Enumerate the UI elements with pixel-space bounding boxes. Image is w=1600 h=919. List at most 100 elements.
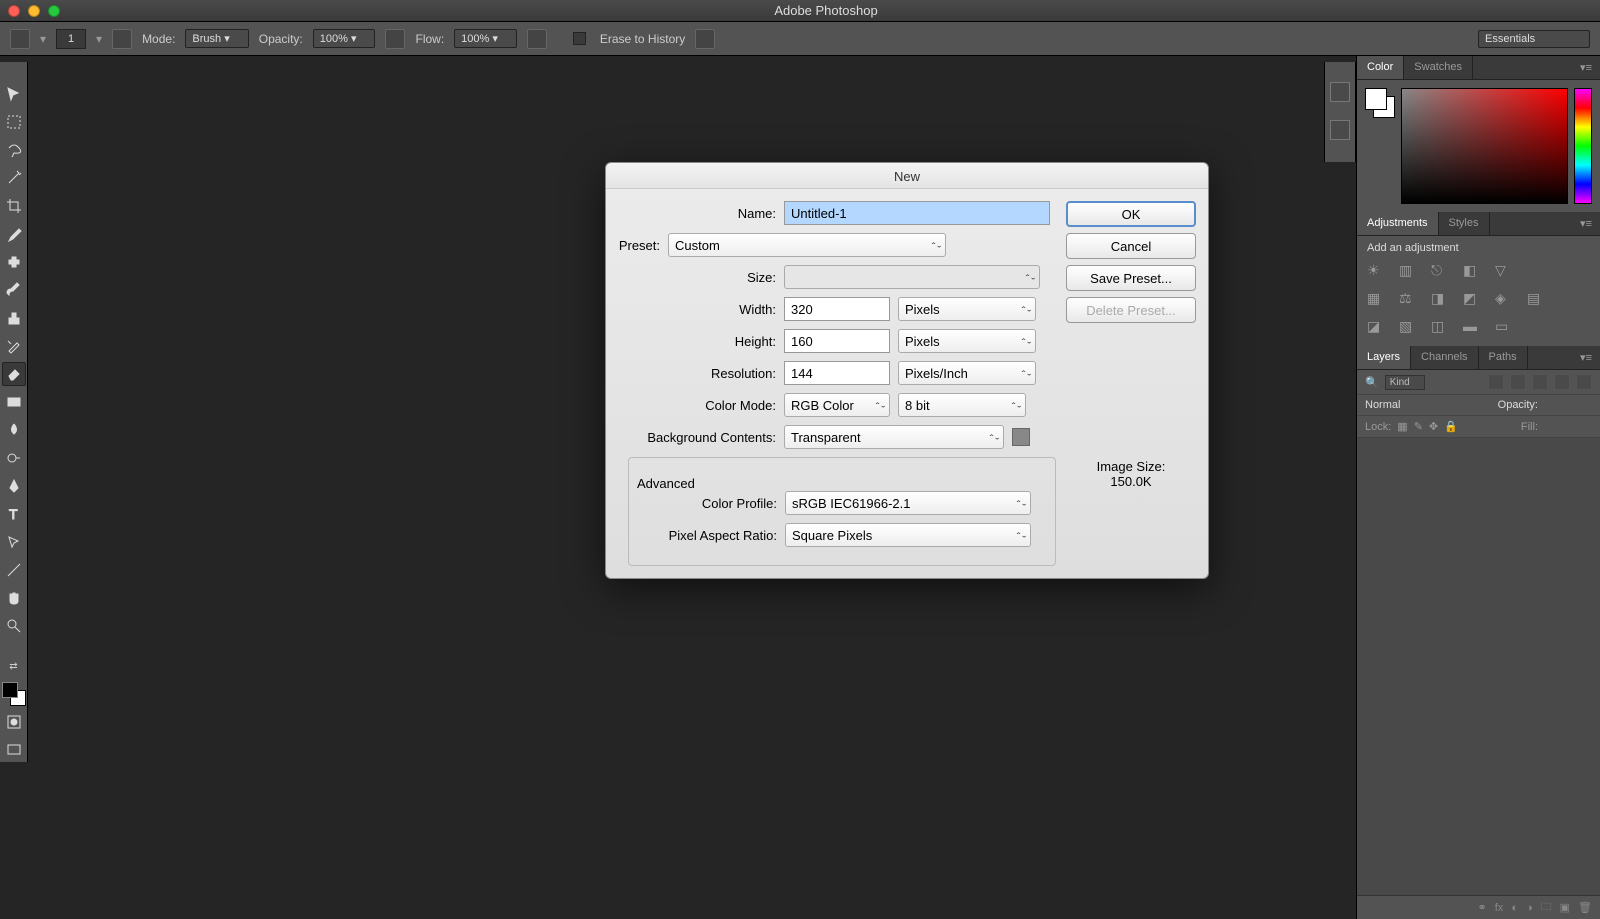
layers-filter-select[interactable]: Kind [1385,375,1425,390]
hand-tool-icon[interactable] [2,586,26,610]
lasso-tool-icon[interactable] [2,138,26,162]
workspace-select[interactable]: Essentials [1478,30,1590,48]
line-tool-icon[interactable] [2,558,26,582]
filter-pixels-icon[interactable] [1488,374,1504,390]
color-field[interactable] [1401,88,1568,204]
gradient-tool-icon[interactable] [2,390,26,414]
properties-panel-icon[interactable] [1330,120,1350,140]
tab-color[interactable]: Color [1357,56,1404,79]
blur-tool-icon[interactable] [2,418,26,442]
height-unit-select[interactable]: Pixels [898,329,1036,353]
mode-select[interactable]: Brush ▾ [185,29,248,48]
resolution-field[interactable] [784,361,890,385]
tab-adjustments[interactable]: Adjustments [1357,212,1439,235]
pressure-opacity-icon[interactable] [385,29,405,49]
stamp-tool-icon[interactable] [2,306,26,330]
marquee-tool-icon[interactable] [2,110,26,134]
gradient-map-icon[interactable]: ▬ [1463,318,1481,336]
type-tool-icon[interactable]: T [2,502,26,526]
save-preset-button[interactable]: Save Preset... [1066,265,1196,291]
brightness-icon[interactable]: ☀ [1367,262,1385,280]
color-profile-select[interactable]: sRGB IEC61966-2.1 [785,491,1031,515]
height-field[interactable] [784,329,890,353]
layers-panel-menu-icon[interactable]: ▾≡ [1572,346,1600,369]
flow-select[interactable]: 100% ▾ [454,29,517,48]
fill-adjustment-icon[interactable]: ◑ [1526,902,1533,914]
bg-color-swatch[interactable] [1012,428,1030,446]
bg-contents-select[interactable]: Transparent [784,425,1004,449]
mask-icon[interactable]: ◐ [1511,902,1518,914]
minimize-icon[interactable] [28,5,40,17]
history-brush-tool-icon[interactable] [2,334,26,358]
pressure-size-icon[interactable] [695,29,715,49]
opacity-select[interactable]: 100% ▾ [313,29,376,48]
screenmode-icon[interactable] [2,738,26,762]
maximize-icon[interactable] [48,5,60,17]
tab-swatches[interactable]: Swatches [1404,56,1473,79]
cancel-button[interactable]: Cancel [1066,233,1196,259]
tab-paths[interactable]: Paths [1479,346,1528,369]
eraser-tool-preset-icon[interactable] [10,29,30,49]
wand-tool-icon[interactable] [2,166,26,190]
exposure-icon[interactable]: ◧ [1463,262,1481,280]
healing-tool-icon[interactable] [2,250,26,274]
erase-history-checkbox[interactable] [573,32,586,45]
crop-tool-icon[interactable] [2,194,26,218]
brush-tool-icon[interactable] [2,278,26,302]
brush-size-field[interactable]: 1 [56,29,86,49]
brush-panel-icon[interactable] [112,29,132,49]
filter-type-icon[interactable] [1532,374,1548,390]
name-field[interactable] [784,201,1050,225]
color-mode-select[interactable]: RGB Color [784,393,890,417]
quickmask-icon[interactable] [2,710,26,734]
levels-icon[interactable]: ▥ [1399,262,1417,280]
fx-icon[interactable]: fx [1495,902,1504,914]
tab-styles[interactable]: Styles [1439,212,1490,235]
foreground-background-colors[interactable] [2,682,26,706]
zoom-tool-icon[interactable] [2,614,26,638]
group-icon[interactable]: 🗀 [1541,898,1552,917]
resolution-unit-select[interactable]: Pixels/Inch [898,361,1036,385]
lookup-icon[interactable]: ▤ [1527,290,1545,308]
color-panel-menu-icon[interactable]: ▾≡ [1572,56,1600,79]
filter-shape-icon[interactable] [1554,374,1570,390]
threshold-icon[interactable]: ◫ [1431,318,1449,336]
hue-icon[interactable]: ▦ [1367,290,1385,308]
lock-position-icon[interactable]: ✥ [1429,420,1438,433]
posterize-icon[interactable]: ▧ [1399,318,1417,336]
mixer-icon[interactable]: ◈ [1495,290,1513,308]
color-depth-select[interactable]: 8 bit [898,393,1026,417]
selective-icon[interactable]: ▭ [1495,318,1513,336]
layers-list[interactable] [1357,438,1600,895]
link-layers-icon[interactable]: ⚭ [1478,901,1487,914]
history-panel-icon[interactable] [1330,82,1350,102]
bw-icon[interactable]: ◨ [1431,290,1449,308]
balance-icon[interactable]: ⚖ [1399,290,1417,308]
invert-icon[interactable]: ◪ [1367,318,1385,336]
blend-mode-select[interactable]: Normal [1365,399,1475,411]
width-unit-select[interactable]: Pixels [898,297,1036,321]
par-select[interactable]: Square Pixels [785,523,1031,547]
color-fg-bg[interactable] [1365,88,1395,118]
eraser-tool-icon[interactable] [2,362,26,386]
vibrance-icon[interactable]: ▽ [1495,262,1513,280]
eyedropper-tool-icon[interactable] [2,222,26,246]
filter-adjust-icon[interactable] [1510,374,1526,390]
photo-filter-icon[interactable]: ◩ [1463,290,1481,308]
ok-button[interactable]: OK [1066,201,1196,227]
close-icon[interactable] [8,5,20,17]
pen-tool-icon[interactable] [2,474,26,498]
dodge-tool-icon[interactable] [2,446,26,470]
tab-layers[interactable]: Layers [1357,346,1411,369]
preset-select[interactable]: Custom [668,233,946,257]
airbrush-icon[interactable] [527,29,547,49]
color-default-icon[interactable]: ⇄ [2,654,26,678]
trash-icon[interactable]: 🗑 [1578,901,1592,914]
adjustments-panel-menu-icon[interactable]: ▾≡ [1572,212,1600,235]
path-select-tool-icon[interactable] [2,530,26,554]
curves-icon[interactable]: ⎋ [1431,262,1449,280]
lock-pixels-icon[interactable]: ✎ [1414,420,1423,433]
lock-all-icon[interactable]: 🔒 [1444,420,1458,433]
width-field[interactable] [784,297,890,321]
filter-smart-icon[interactable] [1576,374,1592,390]
